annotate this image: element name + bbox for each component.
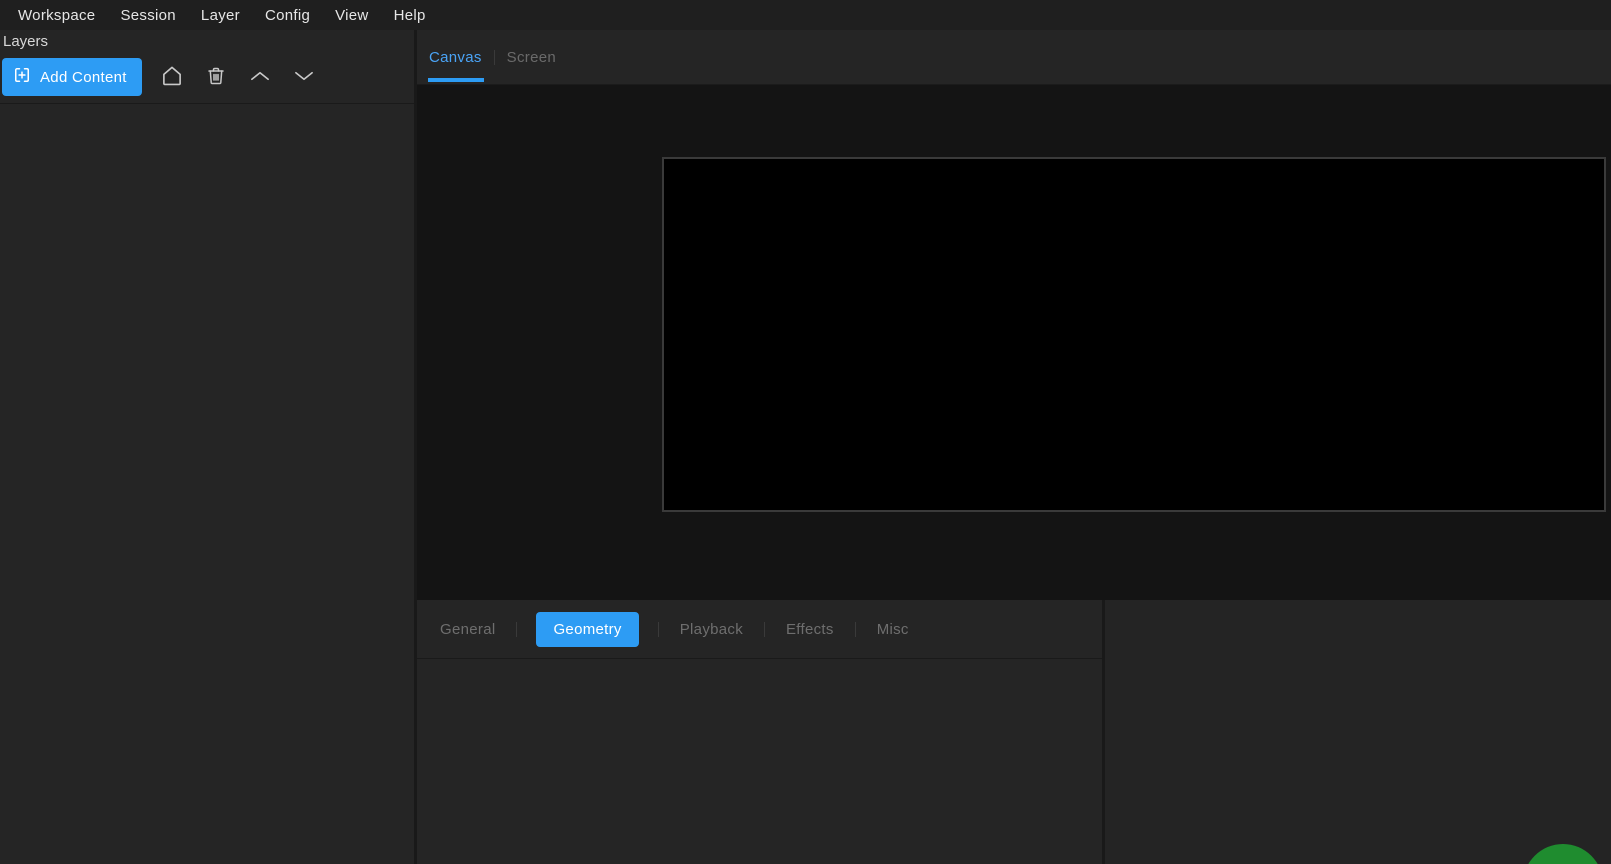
- layer-list[interactable]: [0, 104, 414, 864]
- tab-separator: [764, 622, 765, 637]
- preview-tabbar: Canvas Screen: [417, 30, 1611, 84]
- tab-playback[interactable]: Playback: [678, 613, 745, 646]
- tab-separator: [516, 622, 517, 637]
- tab-separator: [494, 50, 495, 65]
- move-layer-up-button[interactable]: [246, 63, 274, 91]
- fab-green-button[interactable]: [1523, 844, 1603, 864]
- canvas-viewport[interactable]: [417, 84, 1611, 623]
- tab-misc[interactable]: Misc: [875, 613, 911, 646]
- layers-toolbar: Add Content: [2, 58, 318, 96]
- menu-config[interactable]: Config: [265, 7, 310, 24]
- tab-general[interactable]: General: [438, 613, 497, 646]
- properties-content: [417, 660, 1102, 864]
- properties-panel: General Geometry Playback Effects Misc: [417, 600, 1102, 864]
- trash-icon: [204, 64, 228, 91]
- layers-panel: Layers Add Content: [0, 30, 414, 864]
- add-content-label: Add Content: [40, 69, 127, 86]
- add-content-icon: [12, 65, 32, 89]
- move-layer-down-button[interactable]: [290, 63, 318, 91]
- menu-layer[interactable]: Layer: [201, 7, 240, 24]
- tab-screen[interactable]: Screen: [507, 30, 556, 84]
- delete-layer-button[interactable]: [202, 63, 230, 91]
- chevron-down-icon: [291, 63, 317, 92]
- preview-panel: Canvas Screen: [417, 30, 1611, 600]
- home-button[interactable]: [158, 63, 186, 91]
- menu-workspace[interactable]: Workspace: [18, 7, 95, 24]
- home-icon: [159, 63, 185, 92]
- menu-session[interactable]: Session: [120, 7, 175, 24]
- properties-tabbar: General Geometry Playback Effects Misc: [417, 600, 1102, 659]
- add-content-button[interactable]: Add Content: [2, 58, 142, 96]
- chevron-up-icon: [247, 63, 273, 92]
- tab-effects[interactable]: Effects: [784, 613, 836, 646]
- menubar: Workspace Session Layer Config View Help: [0, 0, 1611, 30]
- tab-geometry[interactable]: Geometry: [536, 612, 638, 647]
- tab-canvas[interactable]: Canvas: [429, 30, 482, 84]
- tab-separator: [658, 622, 659, 637]
- menu-help[interactable]: Help: [394, 7, 426, 24]
- menu-view[interactable]: View: [335, 7, 368, 24]
- layers-panel-title: Layers: [3, 33, 48, 50]
- tab-separator: [855, 622, 856, 637]
- output-screen-rectangle[interactable]: [662, 157, 1606, 512]
- bottom-right-panel: [1105, 600, 1611, 864]
